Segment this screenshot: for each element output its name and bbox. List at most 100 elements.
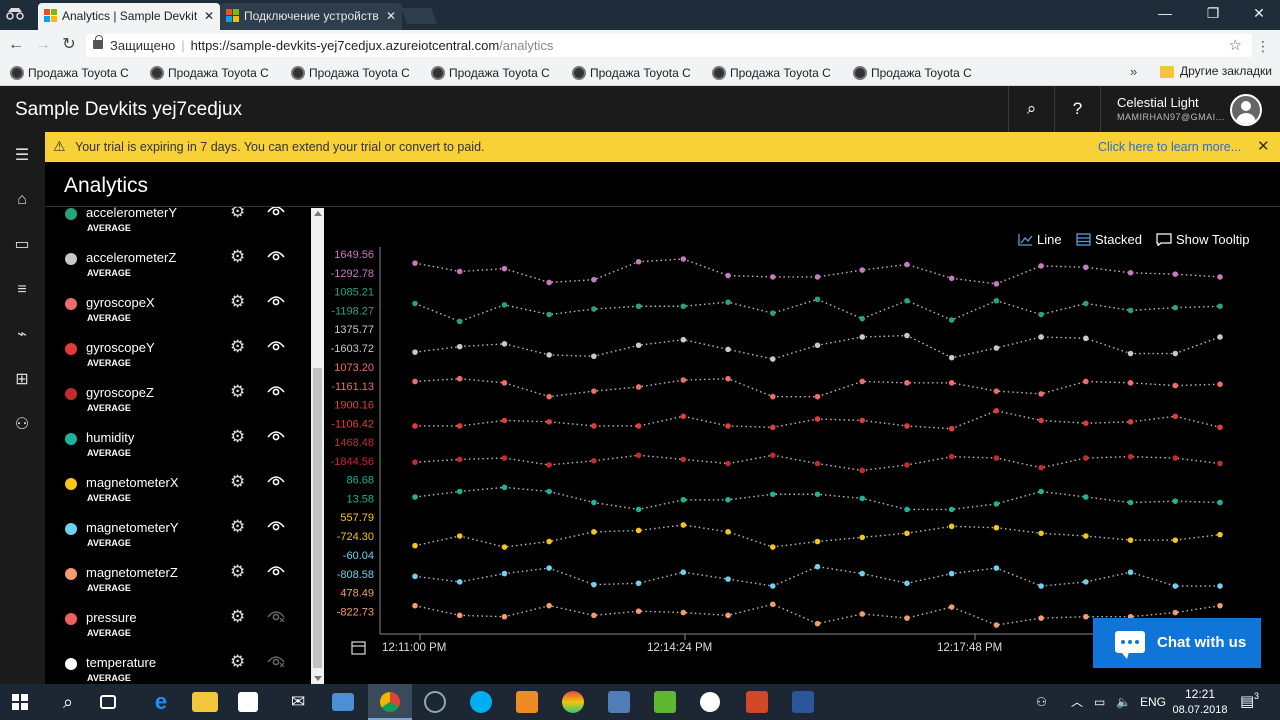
app-icon[interactable] (562, 691, 584, 713)
gear-icon[interactable]: ⚙ (230, 337, 245, 357)
measure-item[interactable]: temperature AVERAGE ⚙ (45, 651, 310, 684)
device-sets-icon[interactable]: ≡ (12, 280, 32, 300)
bookmark-item[interactable]: Продажа Toyota Co (564, 65, 690, 81)
eye-icon[interactable] (267, 293, 285, 307)
scroll-up-icon[interactable] (314, 211, 322, 216)
bookmark-item[interactable]: Продажа Toyota Co (704, 65, 830, 81)
gear-icon[interactable]: ⚙ (230, 607, 245, 627)
r-app-icon[interactable] (424, 691, 446, 713)
eye-icon[interactable] (267, 518, 285, 532)
gear-icon[interactable]: ⚙ (230, 562, 245, 582)
close-tab-icon[interactable]: ✕ (204, 3, 214, 29)
app-icon[interactable] (700, 692, 720, 712)
measure-item[interactable]: gyroscopeX AVERAGE ⚙ (45, 291, 310, 336)
measure-item[interactable]: gyroscopeY AVERAGE ⚙ (45, 336, 310, 381)
home-icon[interactable]: ⌂ (12, 190, 32, 210)
notifications-icon[interactable]: ▤ (1240, 684, 1254, 720)
app-icon[interactable] (654, 691, 676, 713)
chat-with-us-button[interactable]: Chat with us (1093, 618, 1261, 668)
measure-item[interactable]: humidity AVERAGE ⚙ (45, 426, 310, 471)
dashboard-icon[interactable]: ⊞ (12, 370, 32, 390)
analytics-icon[interactable]: ⌁ (12, 325, 32, 345)
bookmark-item[interactable]: Продажа Toyota Co (423, 65, 549, 81)
eye-off-icon[interactable] (267, 608, 285, 623)
scroll-down-icon[interactable] (314, 676, 322, 681)
close-banner-icon[interactable]: ✕ (1257, 137, 1270, 155)
hamburger-menu-icon[interactable]: ☰ (12, 146, 32, 166)
scroll-thumb[interactable] (313, 368, 322, 668)
back-icon[interactable]: ← (5, 34, 27, 56)
search-icon[interactable]: ⌕ (55, 689, 81, 715)
measure-item[interactable]: magnetometerZ AVERAGE ⚙ (45, 561, 310, 606)
python-icon[interactable] (608, 691, 630, 713)
avatar[interactable] (1230, 94, 1262, 126)
gear-icon[interactable]: ⚙ (230, 292, 245, 312)
forward-icon[interactable]: → (32, 34, 54, 56)
close-tab-icon[interactable]: ✕ (386, 3, 396, 29)
windows-start-icon[interactable] (12, 694, 28, 710)
gear-icon[interactable]: ⚙ (230, 427, 245, 447)
measure-item[interactable]: magnetometerX AVERAGE ⚙ (45, 471, 310, 516)
eye-icon[interactable] (267, 473, 285, 487)
mail-icon[interactable]: ✉ (285, 689, 311, 715)
gear-icon[interactable]: ⚙ (230, 517, 245, 537)
bookmark-star-icon[interactable]: ☆ (1229, 34, 1242, 57)
learn-more-link[interactable]: Click here to learn more... (1098, 140, 1241, 154)
reload-icon[interactable]: ↻ (58, 34, 80, 56)
eye-off-icon[interactable] (267, 653, 285, 668)
bookmark-item[interactable]: Продажа Toyota Co (283, 65, 409, 81)
bookmark-item[interactable]: Продажа Toyota Co (142, 65, 268, 81)
gear-icon[interactable]: ⚙ (230, 247, 245, 267)
word-icon[interactable] (792, 691, 814, 713)
browser-menu-icon[interactable]: ⋮ (1256, 38, 1270, 55)
browser-tab-devices[interactable]: Подключение устройств ✕ (220, 3, 402, 30)
gear-icon[interactable]: ⚙ (230, 382, 245, 402)
administration-icon[interactable]: ⚇ (12, 415, 32, 435)
calendar-icon[interactable] (351, 641, 366, 655)
measure-aggregation: AVERAGE (87, 223, 131, 233)
new-tab-button[interactable] (401, 8, 437, 24)
stacked-line-chart[interactable]: 1649.56 -1292.78 1085.21 -1198.27 1375.77 -16… (325, 207, 1280, 684)
devices-icon[interactable]: ▭ (12, 235, 32, 255)
app-icon[interactable] (332, 693, 354, 711)
other-bookmarks-folder[interactable]: Другие закладки (1158, 64, 1272, 78)
sublime-text-icon[interactable] (516, 691, 538, 713)
measure-item[interactable]: accelerometerZ AVERAGE ⚙ (45, 246, 310, 291)
eye-icon[interactable] (267, 338, 285, 352)
bookmark-item[interactable]: Продажа Toyota Co (845, 65, 971, 81)
chrome-taskbar-button[interactable] (368, 684, 412, 720)
measure-item[interactable]: magnetometerY AVERAGE ⚙ (45, 516, 310, 561)
browser-tab-analytics[interactable]: Analytics | Sample Devkit ✕ (38, 3, 220, 30)
address-bar[interactable]: Защищено | https://sample-devkits-yej7cedj… (86, 34, 1252, 57)
measure-item[interactable]: accelerometerY AVERAGE ⚙ (45, 207, 310, 246)
gear-icon[interactable]: ⚙ (230, 207, 245, 222)
close-window-button[interactable]: ✕ (1236, 0, 1280, 28)
search-icon[interactable]: ⌕ (1008, 86, 1054, 132)
store-icon[interactable] (238, 692, 258, 712)
eye-icon[interactable] (267, 248, 285, 262)
measure-list-scrollbar[interactable] (311, 208, 324, 684)
measure-item[interactable]: gyroscopeZ AVERAGE ⚙ (45, 381, 310, 426)
task-view-icon[interactable] (100, 695, 116, 709)
gear-icon[interactable]: ⚙ (230, 652, 245, 672)
eye-icon[interactable] (267, 383, 285, 397)
file-explorer-icon[interactable] (192, 692, 218, 712)
volume-icon[interactable]: 🔈 (1116, 684, 1131, 720)
maximize-button[interactable]: ❐ (1190, 0, 1236, 28)
edge-browser-icon[interactable]: e (148, 689, 174, 715)
powerpoint-icon[interactable] (746, 691, 768, 713)
language-indicator[interactable]: ENG (1140, 684, 1166, 720)
people-icon[interactable]: ⚇ (1036, 684, 1047, 720)
bookmark-item[interactable]: Продажа Toyota Co (2, 65, 128, 81)
minimize-button[interactable]: — (1142, 0, 1188, 28)
measure-item[interactable]: pressure AVERAGE ⚙ (45, 606, 310, 651)
eye-icon[interactable] (267, 428, 285, 442)
gear-icon[interactable]: ⚙ (230, 472, 245, 492)
eye-icon[interactable] (267, 563, 285, 577)
help-icon[interactable]: ? (1054, 86, 1100, 132)
taskbar-clock[interactable]: 12:21 08.07.2018 (1168, 686, 1232, 718)
eye-icon[interactable] (267, 207, 285, 217)
skype-icon[interactable] (470, 691, 492, 713)
more-bookmarks-button[interactable]: » (1130, 64, 1137, 79)
show-hidden-icons[interactable]: ︿ (1071, 684, 1083, 720)
